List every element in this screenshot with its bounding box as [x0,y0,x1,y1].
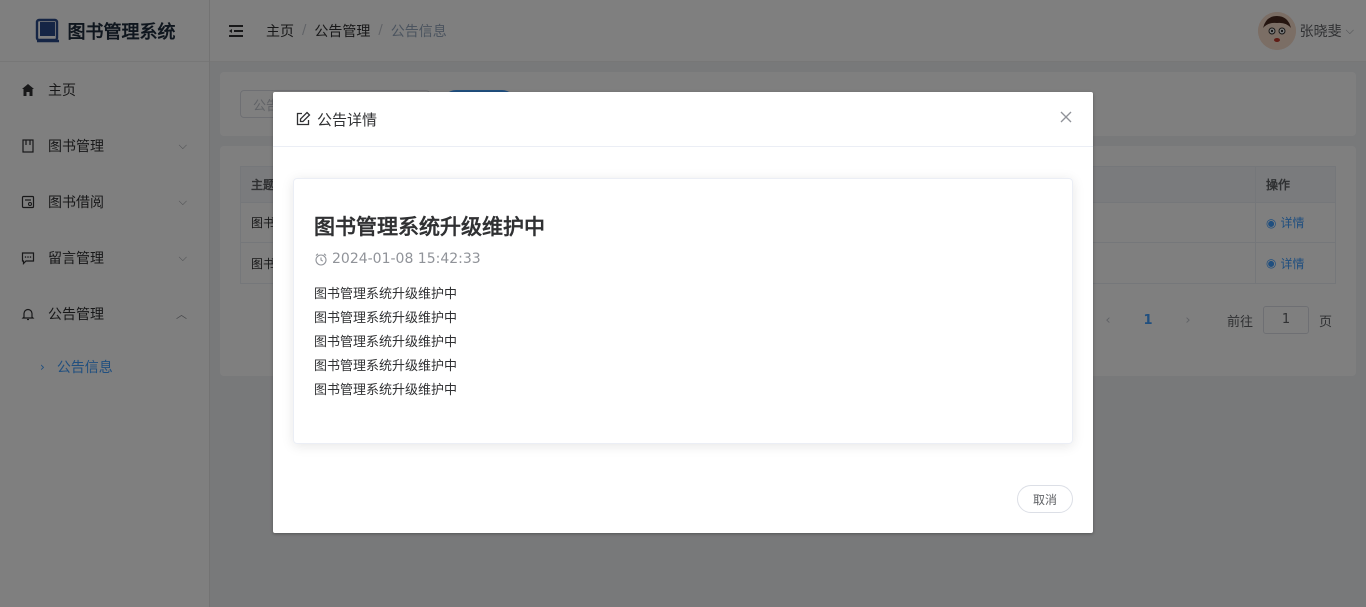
edit-icon [296,111,311,126]
close-icon[interactable] [1059,110,1073,124]
notice-content-line: 图书管理系统升级维护中 [314,335,458,350]
notice-time: 2024-01-08 15:42:33 [314,251,1052,267]
notice-content-line: 图书管理系统升级维护中 [314,359,458,374]
alarm-clock-icon [315,253,327,266]
notice-detail-dialog: 公告详情 图书管理系统升级维护中 2024-01-08 15:42:33 图书管… [273,92,1093,533]
dialog-title: 公告详情 [317,110,378,129]
dialog-header: 公告详情 [273,92,1093,147]
notice-content-line: 图书管理系统升级维护中 [314,287,458,302]
notice-title: 图书管理系统升级维护中 [314,215,545,239]
cancel-button[interactable]: 取消 [1017,485,1073,513]
notice-content-line: 图书管理系统升级维护中 [314,311,458,326]
notice-time-text: 2024-01-08 15:42:33 [332,251,481,267]
notice-content-line: 图书管理系统升级维护中 [314,383,458,398]
notice-card: 图书管理系统升级维护中 2024-01-08 15:42:33 图书管理系统升级… [293,178,1073,444]
